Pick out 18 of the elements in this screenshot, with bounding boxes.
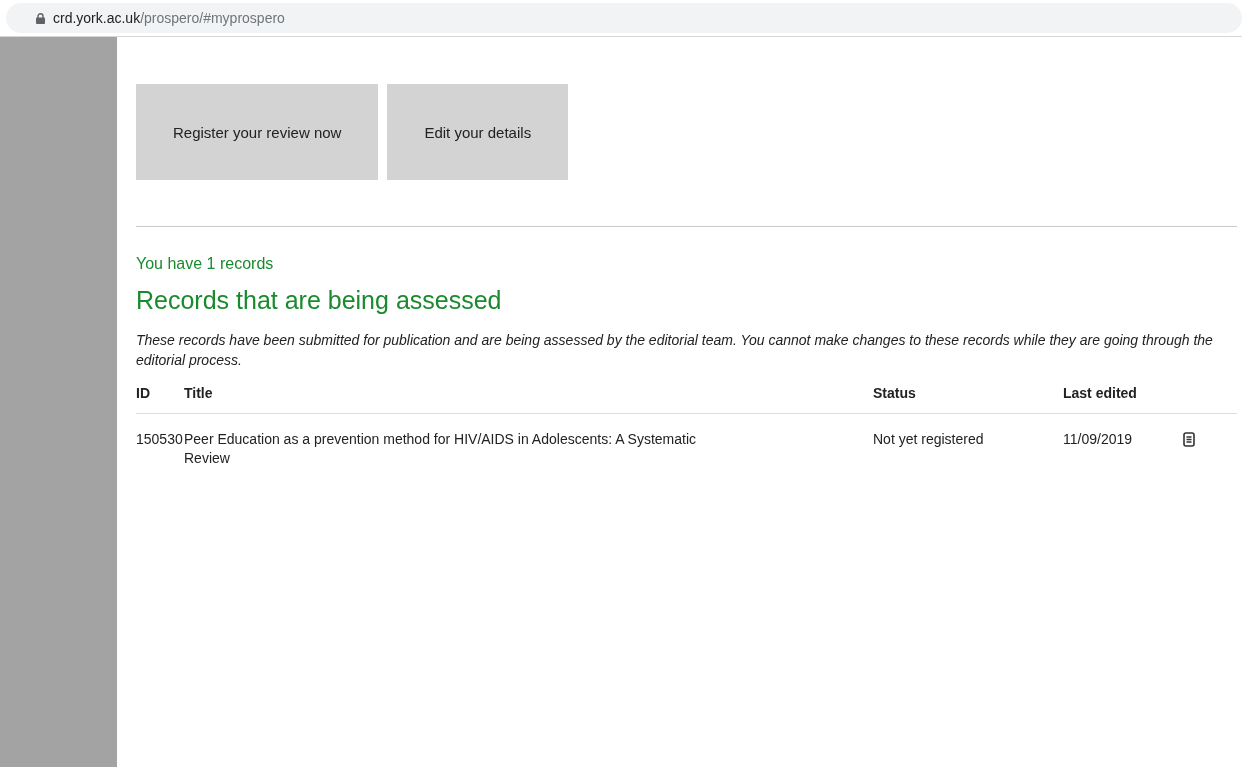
records-count: You have 1 records [136,255,275,273]
action-button[interactable]: Edit your details [387,84,569,180]
table-cell: 150530 [136,430,184,449]
column-header: Status [873,384,917,403]
document-icon[interactable] [1183,432,1195,447]
lock-icon [36,12,45,24]
url-host: crd.york.ac.uk [53,10,141,26]
table-cell-text: Peer Education as a prevention method for HIV/AIDS in Adolescents: A Systematic Review [184,430,698,468]
table-cell-text: 11/09/2019 [1063,430,1134,449]
section-description: These records have been submitted for publication and are being assessed by the editorial team. You cannot make changes to these records while they are going through the editorial process. [136,331,1214,370]
column-header: Last edited [1063,384,1138,403]
address-bar[interactable]: crd.york.ac.uk/prospero/#myprospero [6,3,1242,33]
action-button[interactable]: Register your review now [136,84,379,180]
url-path: /prospero/#myprospero [140,10,285,26]
section-heading: Records that are being assessed [136,286,503,315]
column-header: ID [136,384,151,403]
table-cell-text: Not yet registered [873,430,985,449]
column-header: Title [184,384,214,403]
